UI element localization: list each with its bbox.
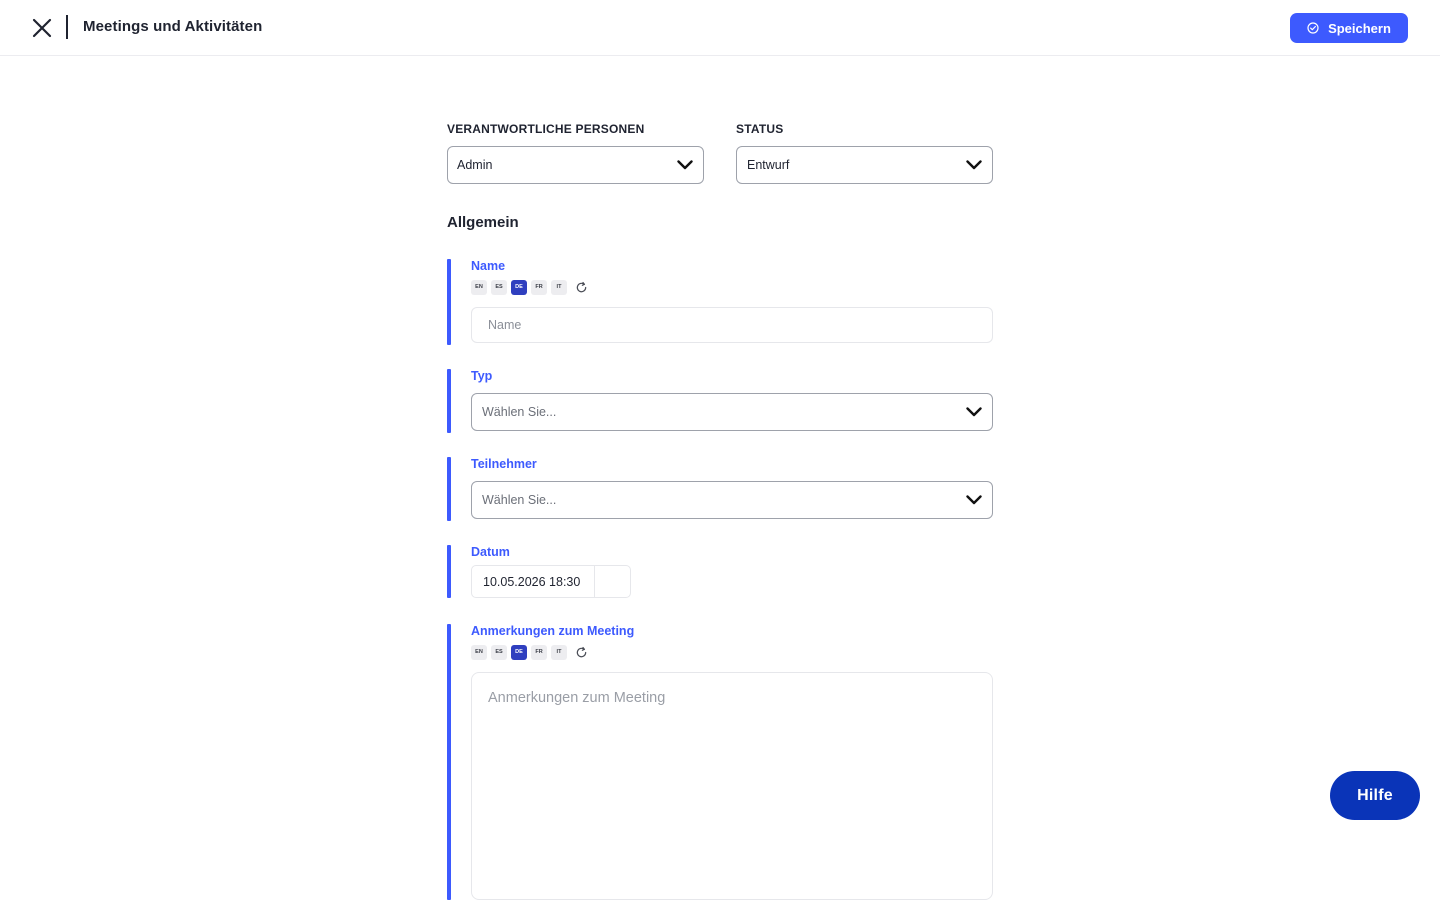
typ-field-group: Typ Wählen Sie... — [447, 369, 993, 433]
lang-fr[interactable]: FR — [531, 644, 547, 660]
refresh-icon[interactable] — [573, 644, 589, 660]
section-title: Allgemein — [447, 214, 519, 231]
status-value: Entwurf — [747, 158, 790, 172]
typ-label: Typ — [471, 369, 493, 383]
name-input[interactable] — [471, 307, 993, 343]
lang-it[interactable]: IT — [551, 279, 567, 295]
lang-fr[interactable]: FR — [531, 279, 547, 295]
lang-en[interactable]: EN — [471, 279, 487, 295]
datum-field-group: Datum 10.05.2026 18:30 — [447, 545, 993, 598]
notes-label: Anmerkungen zum Meeting — [471, 624, 635, 638]
chevron-down-icon — [677, 160, 693, 170]
lang-es[interactable]: ES — [491, 279, 507, 295]
typ-value: Wählen Sie... — [482, 405, 557, 419]
top-bar: Meetings und Aktivitäten Speichern — [0, 0, 1440, 56]
field-accent-bar — [447, 259, 451, 345]
help-button[interactable]: Hilfe — [1330, 771, 1420, 820]
datum-picker[interactable]: 10.05.2026 18:30 — [471, 565, 631, 598]
lang-en[interactable]: EN — [471, 644, 487, 660]
responsible-value: Admin — [457, 158, 493, 172]
teilnehmer-label: Teilnehmer — [471, 457, 537, 471]
save-button[interactable]: Speichern — [1290, 13, 1408, 43]
calendar-toggle-button[interactable] — [594, 566, 630, 597]
status-label: STATUS — [736, 122, 784, 136]
field-accent-bar — [447, 457, 451, 521]
status-select[interactable]: Entwurf — [736, 146, 993, 184]
lang-de[interactable]: DE — [511, 279, 527, 295]
lang-it[interactable]: IT — [551, 644, 567, 660]
notes-textarea[interactable] — [471, 672, 993, 900]
lang-es[interactable]: ES — [491, 644, 507, 660]
chevron-down-icon — [966, 407, 982, 417]
typ-select[interactable]: Wählen Sie... — [471, 393, 993, 431]
teilnehmer-value: Wählen Sie... — [482, 493, 557, 507]
field-accent-bar — [447, 369, 451, 433]
responsible-label: VERANTWORTLICHE PERSONEN — [447, 122, 645, 136]
datum-value: 10.05.2026 18:30 — [483, 574, 581, 589]
lang-de[interactable]: DE — [511, 644, 527, 660]
field-accent-bar — [447, 624, 451, 900]
name-field-group: Name EN ES DE FR IT — [447, 259, 993, 345]
notes-field-group: Anmerkungen zum Meeting EN ES DE FR IT — [447, 624, 993, 900]
chevron-down-icon — [966, 160, 982, 170]
refresh-icon[interactable] — [573, 279, 589, 295]
teilnehmer-field-group: Teilnehmer Wählen Sie... — [447, 457, 993, 521]
language-switcher: EN ES DE FR IT — [471, 644, 589, 660]
close-icon[interactable] — [30, 16, 54, 40]
chevron-down-icon — [966, 495, 982, 505]
teilnehmer-select[interactable]: Wählen Sie... — [471, 481, 993, 519]
name-label: Name — [471, 259, 506, 273]
field-accent-bar — [447, 545, 451, 598]
datum-label: Datum — [471, 545, 510, 559]
language-switcher: EN ES DE FR IT — [471, 279, 589, 295]
page-title: Meetings und Aktivitäten — [83, 18, 263, 35]
save-button-label: Speichern — [1328, 20, 1391, 36]
check-circle-icon — [1307, 22, 1319, 34]
responsible-select[interactable]: Admin — [447, 146, 704, 184]
title-divider — [66, 15, 68, 39]
